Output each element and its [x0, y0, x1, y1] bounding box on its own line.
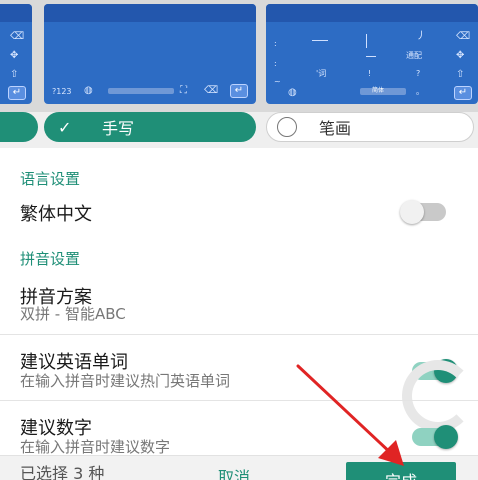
radio-icon	[277, 117, 297, 137]
toggle-traditional-chinese[interactable]	[400, 200, 446, 224]
setting-pinyin-scheme-value: 双拼 - 智能ABC	[20, 305, 126, 323]
input-mode-row: ✓ 手写 笔画	[0, 112, 478, 148]
section-header-pinyin: 拼音设置	[20, 250, 81, 268]
mode-chip-label: 手写	[102, 119, 135, 138]
move-icon: ✥	[456, 50, 465, 61]
move-icon: ✥	[10, 50, 19, 61]
question-key-label: ?	[416, 69, 421, 78]
keyboard-preview-handwrite[interactable]: ?123 ◍ ⛶ ⌫ ↵	[44, 4, 256, 104]
keyboard-preview-left[interactable]: ⌫ ✥ ⇧ ↵	[0, 4, 32, 104]
keyboard-preview-strip: ⌫ ✥ ⇧ ↵ ?123 ◍ ⛶ ⌫ ↵ 丿 通配 '词 ! ? : : ~ ◍…	[0, 0, 478, 112]
mode-chip-stroke[interactable]: 笔画	[266, 112, 474, 142]
checkmark-icon: ✓	[58, 117, 72, 137]
enter-icon: ↵	[8, 86, 26, 100]
numeric-key-label: ?123	[52, 87, 72, 96]
globe-icon: ◍	[288, 87, 297, 98]
spacebar	[108, 88, 174, 94]
shift-icon: ⇧	[456, 69, 465, 80]
period-key-label: 。	[416, 87, 424, 96]
section-header-language: 语言设置	[20, 170, 81, 188]
mode-chip-label: 笔画	[319, 119, 352, 138]
shift-icon: ⇧	[10, 69, 19, 80]
divider	[0, 334, 478, 335]
enter-icon: ↵	[454, 86, 472, 100]
globe-icon: ◍	[84, 85, 93, 96]
backspace-icon: ⌫	[204, 85, 219, 96]
setting-suggest-english-subtitle: 在输入拼音时建议热门英语单词	[20, 372, 231, 390]
enter-icon: ↵	[230, 84, 248, 98]
settings-list: 语言设置 繁体中文 拼音设置 拼音方案 双拼 - 智能ABC 建议英语单词 在输…	[0, 150, 478, 456]
refresh-overlay-icon	[402, 360, 474, 432]
cancel-button[interactable]: 取消	[218, 464, 250, 480]
selected-count-text: 已选择 3 种	[20, 464, 105, 480]
keyboard-preview-stroke[interactable]: 丿 通配 '词 ! ? : : ~ ◍ 简体 。 ⌫ ✥ ⇧ ↵	[266, 4, 478, 104]
toggle-suggest-numbers[interactable]	[412, 425, 458, 449]
setting-traditional-chinese-title[interactable]: 繁体中文	[20, 200, 92, 226]
setting-suggest-numbers-subtitle: 在输入拼音时建议数字	[20, 438, 171, 456]
mode-chip-previous[interactable]	[0, 112, 38, 142]
done-button[interactable]: 完成	[346, 462, 456, 480]
backspace-icon: ⌫	[456, 31, 471, 42]
bottom-action-bar: 已选择 3 种 取消 完成	[0, 455, 478, 480]
exclaim-key-label: !	[368, 69, 372, 78]
wildcard-key-label: 通配	[406, 51, 422, 60]
space-label: 简体	[372, 87, 385, 94]
mode-chip-handwrite[interactable]: ✓ 手写	[44, 112, 256, 142]
backspace-icon: ⌫	[10, 31, 25, 42]
divider	[0, 400, 478, 401]
word-key-label: '词	[316, 69, 327, 78]
expand-icon: ⛶	[180, 85, 187, 96]
